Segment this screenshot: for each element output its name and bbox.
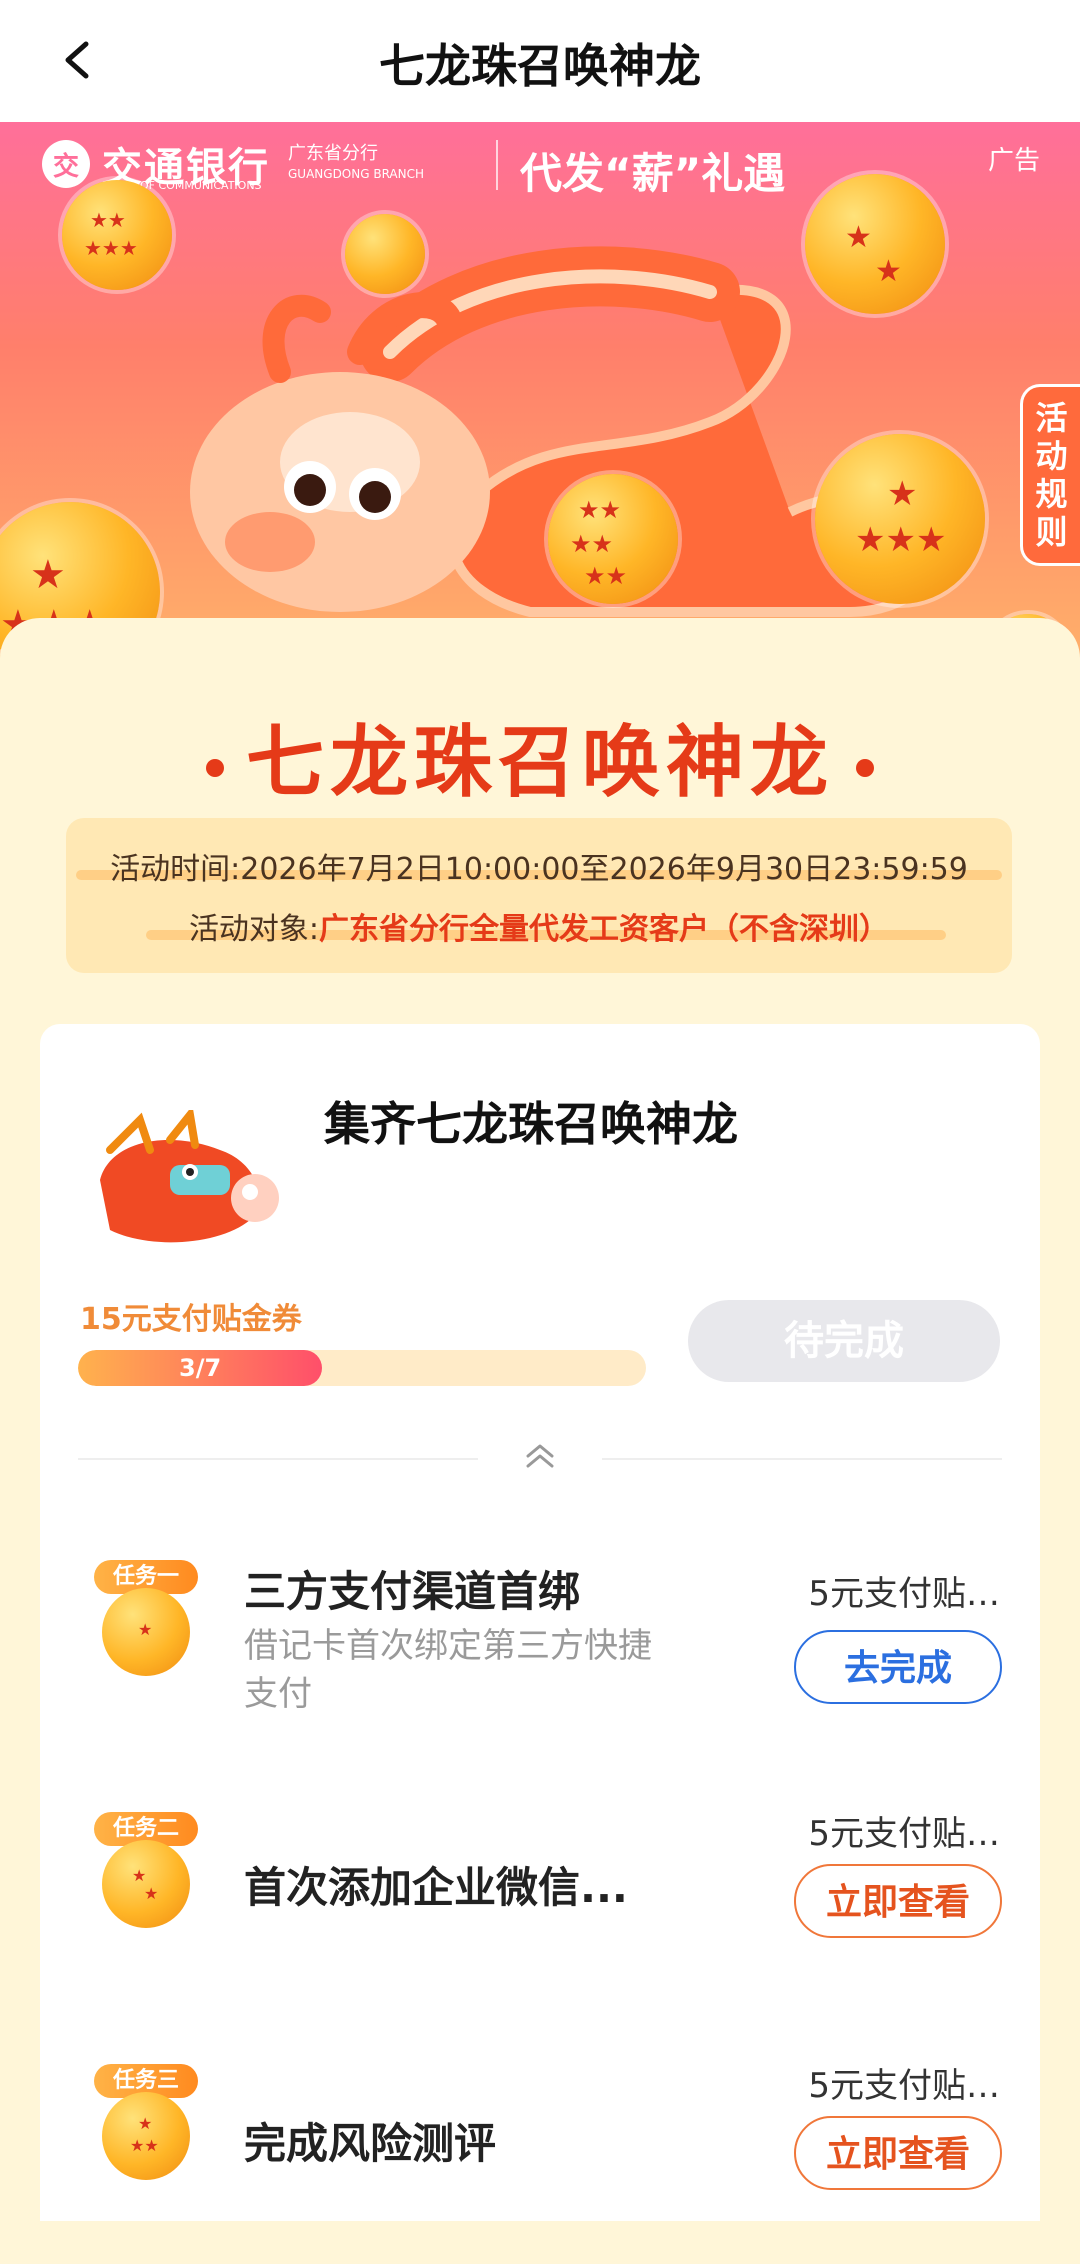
banner-slogan: 代发“薪”礼遇 xyxy=(520,149,786,198)
task-name: 三方支付渠道首绑 xyxy=(244,1567,581,1616)
activity-rules-button[interactable]: 活动规则 xyxy=(1020,384,1080,566)
task-name: 完成风险测评 xyxy=(244,2119,497,2168)
divider-line xyxy=(602,1458,1002,1460)
pending-status-button[interactable]: 待完成 xyxy=(688,1300,1000,1382)
activity-title: 七龙珠召唤神龙 xyxy=(0,700,1080,812)
task-item: 任务三 ★ ★★ 完成风险测评 5元支付贴… 立即查看 xyxy=(40,2064,1040,2264)
title-dot xyxy=(856,758,874,777)
reward-label: 15元支付贴金券 xyxy=(80,1302,302,1337)
activity-time-label: 活动时间: xyxy=(110,852,241,887)
progress-bar: 3/7 xyxy=(78,1350,646,1386)
branch-name: 广东省分行 GUANGDONG BRANCH xyxy=(288,144,424,184)
dragon-ball-icon: ★ ★ xyxy=(805,174,945,314)
task-item: 任务一 ★ 三方支付渠道首绑 借记卡首次绑定第三方快捷支付 5元支付贴… 去完成 xyxy=(40,1560,1040,1760)
dragon-head-icon xyxy=(100,1110,279,1243)
page-title: 七龙珠召唤神龙 xyxy=(379,39,701,93)
dragon-ball-icon: ★★ ★★★ xyxy=(62,180,172,290)
task-reward: 5元支付贴… xyxy=(808,1574,1000,1614)
divider-line xyxy=(78,1458,478,1460)
task-name: 首次添加企业微信... xyxy=(244,1863,628,1912)
dragon-ball-icon: ★★★★ xyxy=(815,434,985,604)
bank-name-en-2: COMMUNICATIONS xyxy=(158,179,262,192)
dragon-ball-icon xyxy=(345,214,425,294)
collapse-chevron-icon[interactable] xyxy=(518,1434,562,1478)
bank-logo-icon: 交 xyxy=(42,140,90,188)
activity-target-value: 广东省分行全量代发工资客户（不含深圳） xyxy=(319,912,890,947)
rules-label: 活动规则 xyxy=(1035,399,1068,551)
task-reward: 5元支付贴… xyxy=(808,2066,1000,2106)
activity-time-value: 2026年7月2日10:00:00至2026年9月30日23:59:59 xyxy=(240,852,968,887)
branch-cn: 广东省分行 xyxy=(288,143,378,164)
view-now-button[interactable]: 立即查看 xyxy=(794,2116,1002,2190)
promo-banner: 交 交通银行 广东省分行 GUANGDONG BRANCH BANK OF CO… xyxy=(0,122,1080,682)
activity-target-label: 活动对象: xyxy=(188,912,320,947)
activity-time: 活动时间:2026年7月2日10:00:00至2026年9月30日23:59:5… xyxy=(66,844,1012,888)
task-reward: 5元支付贴… xyxy=(808,1814,1000,1854)
activity-info-box: 活动时间:2026年7月2日10:00:00至2026年9月30日23:59:5… xyxy=(66,818,1012,973)
go-complete-button[interactable]: 去完成 xyxy=(794,1630,1002,1704)
dragon-ball-icon: ★★ ★★ ★★ xyxy=(548,474,678,604)
task-card: 集齐七龙珠召唤神龙 15元支付贴金券 3/7 待完成 任务一 ★ 三方支付渠道首… xyxy=(40,1024,1040,2221)
view-now-button[interactable]: 立即查看 xyxy=(794,1864,1002,1938)
card-title: 集齐七龙珠召唤神龙 xyxy=(324,1097,738,1151)
top-bar: 七龙珠召唤神龙 xyxy=(0,0,1080,122)
activity-title-text: 七龙珠召唤神龙 xyxy=(245,718,834,808)
banner-divider xyxy=(496,140,498,190)
dragon-ball-icon: ★ ★★ xyxy=(102,2092,190,2180)
title-dot xyxy=(205,758,224,777)
branch-en: GUANGDONG BRANCH xyxy=(288,167,425,181)
dragon-ball-icon: ★ xyxy=(102,1588,190,1676)
collapse-divider xyxy=(78,1444,1002,1468)
task-item: 任务二 ★ ★ 首次添加企业微信... 5元支付贴… 立即查看 xyxy=(40,1812,1040,2012)
progress-text: 3/7 xyxy=(179,1354,222,1382)
dragon-ball-icon: ★ ★ xyxy=(102,1840,190,1928)
task-description: 借记卡首次绑定第三方快捷支付 xyxy=(244,1626,652,1714)
ad-label: 广告 xyxy=(987,146,1040,176)
activity-target: 活动对象:广东省分行全量代发工资客户（不含深圳） xyxy=(66,904,1012,948)
